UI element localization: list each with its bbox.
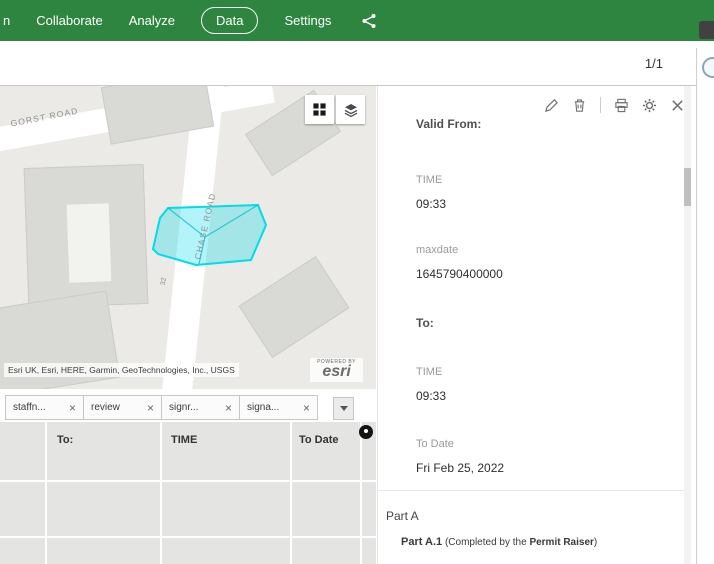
settings-button[interactable] xyxy=(642,98,657,113)
records-table[interactable]: To: TIME To Date xyxy=(0,422,376,564)
circular-widget-icon[interactable] xyxy=(702,57,714,78)
field-value-maxdate: 1645790400000 xyxy=(416,267,503,281)
chevron-down-icon xyxy=(339,406,348,411)
field-label-maxdate: maxdate xyxy=(416,244,459,256)
field-label-to-date: To Date xyxy=(416,438,454,450)
tab-signr[interactable]: signr... × xyxy=(161,395,240,420)
esri-logo: POWERED BY esri xyxy=(310,358,363,382)
table-column-divider xyxy=(290,422,292,564)
print-button[interactable] xyxy=(614,98,629,113)
tab-label: signa... xyxy=(247,402,280,413)
tab-label: review xyxy=(91,402,120,413)
table-column-divider xyxy=(160,422,162,564)
nav-item-settings[interactable]: Settings xyxy=(284,13,331,28)
tabs-overflow-button[interactable] xyxy=(333,397,354,420)
edit-button[interactable] xyxy=(544,98,559,113)
toolbar-divider xyxy=(600,97,601,113)
nav-item-collaborate[interactable]: Collaborate xyxy=(36,13,103,28)
map-courtyard xyxy=(66,203,112,283)
subsection-bold: Part A.1 xyxy=(401,536,443,548)
pin-icon[interactable] xyxy=(699,21,714,39)
page-toolbar: 1/1 xyxy=(0,41,696,86)
feature-detail-panel: Valid From: TIME 09:33 maxdate 164579040… xyxy=(377,86,695,564)
page-indicator: 1/1 xyxy=(644,56,663,71)
tab-label: signr... xyxy=(169,402,199,413)
panel-scrollbar-thumb[interactable] xyxy=(684,168,691,206)
subsection-text: (Completed by the xyxy=(442,537,530,548)
field-value-time-1: 09:33 xyxy=(416,197,447,211)
field-value-time-2: 09:33 xyxy=(416,389,447,403)
panel-scrollbar-track[interactable] xyxy=(684,86,691,564)
table-column-divider xyxy=(360,422,362,564)
table-column-divider xyxy=(45,422,47,564)
close-panel-button[interactable] xyxy=(670,98,685,113)
layers-icon xyxy=(344,103,357,117)
printer-icon xyxy=(615,98,628,112)
top-navbar: n Collaborate Analyze Data Settings xyxy=(0,0,714,41)
subsection-close: ) xyxy=(593,537,598,548)
share-icon[interactable] xyxy=(361,13,377,29)
tab-label: staffn... xyxy=(13,402,46,413)
tab-signa[interactable]: signa... × xyxy=(239,395,318,420)
close-icon[interactable]: × xyxy=(225,402,232,414)
delete-button[interactable] xyxy=(572,98,587,113)
table-header-to: To: xyxy=(57,434,74,446)
field-label-time-2: TIME xyxy=(416,366,443,378)
close-icon[interactable]: × xyxy=(147,402,154,414)
section-divider xyxy=(378,490,688,491)
field-value-to-date: Fri Feb 25, 2022 xyxy=(416,461,505,475)
subsection-bold-2: Permit Raiser xyxy=(529,537,594,548)
map-building xyxy=(238,255,350,359)
table-row-divider xyxy=(0,480,376,482)
road-number-label: 32 xyxy=(159,277,169,286)
table-header-todate: To Date xyxy=(299,434,339,446)
app-window: n Collaborate Analyze Data Settings 1/1 … xyxy=(0,0,714,564)
tab-review[interactable]: review × xyxy=(83,395,162,420)
nav-item-data[interactable]: Data xyxy=(200,7,259,34)
map-attribution: Esri UK, Esri, HERE, Garmin, GeoTechnolo… xyxy=(4,363,239,377)
target-icon[interactable] xyxy=(359,425,373,439)
field-heading-valid-from: Valid From: xyxy=(416,117,482,131)
esri-logo-text: esri xyxy=(322,363,351,381)
gear-icon xyxy=(642,98,657,112)
close-icon[interactable]: × xyxy=(303,402,310,414)
grid-icon xyxy=(313,103,326,116)
nav-item-partial[interactable]: n xyxy=(3,13,10,28)
basemap-grid-button[interactable] xyxy=(305,95,334,124)
trash-icon xyxy=(574,98,585,112)
subsection-title-part-a1: Part A.1 (Completed by the Permit Raiser… xyxy=(401,536,597,548)
tab-staffn[interactable]: staffn... × xyxy=(5,395,84,420)
section-title-part-a: Part A xyxy=(386,509,419,523)
field-heading-to: To: xyxy=(416,316,434,330)
close-icon xyxy=(672,99,683,111)
nav-item-analyze[interactable]: Analyze xyxy=(129,13,175,28)
layers-button[interactable] xyxy=(336,95,365,124)
table-row-divider xyxy=(0,536,376,538)
layer-tabs: staffn... × review × signr... × signa...… xyxy=(5,395,354,421)
right-edge-panel xyxy=(696,48,714,564)
map-canvas[interactable]: GORST ROAD CHASE ROAD 32 Esri UK, Esri, … xyxy=(0,86,376,389)
detail-toolbar xyxy=(544,97,685,113)
close-icon[interactable]: × xyxy=(69,402,76,414)
pencil-icon xyxy=(544,98,558,112)
table-header-time: TIME xyxy=(171,434,198,446)
field-label-time-1: TIME xyxy=(416,174,443,186)
